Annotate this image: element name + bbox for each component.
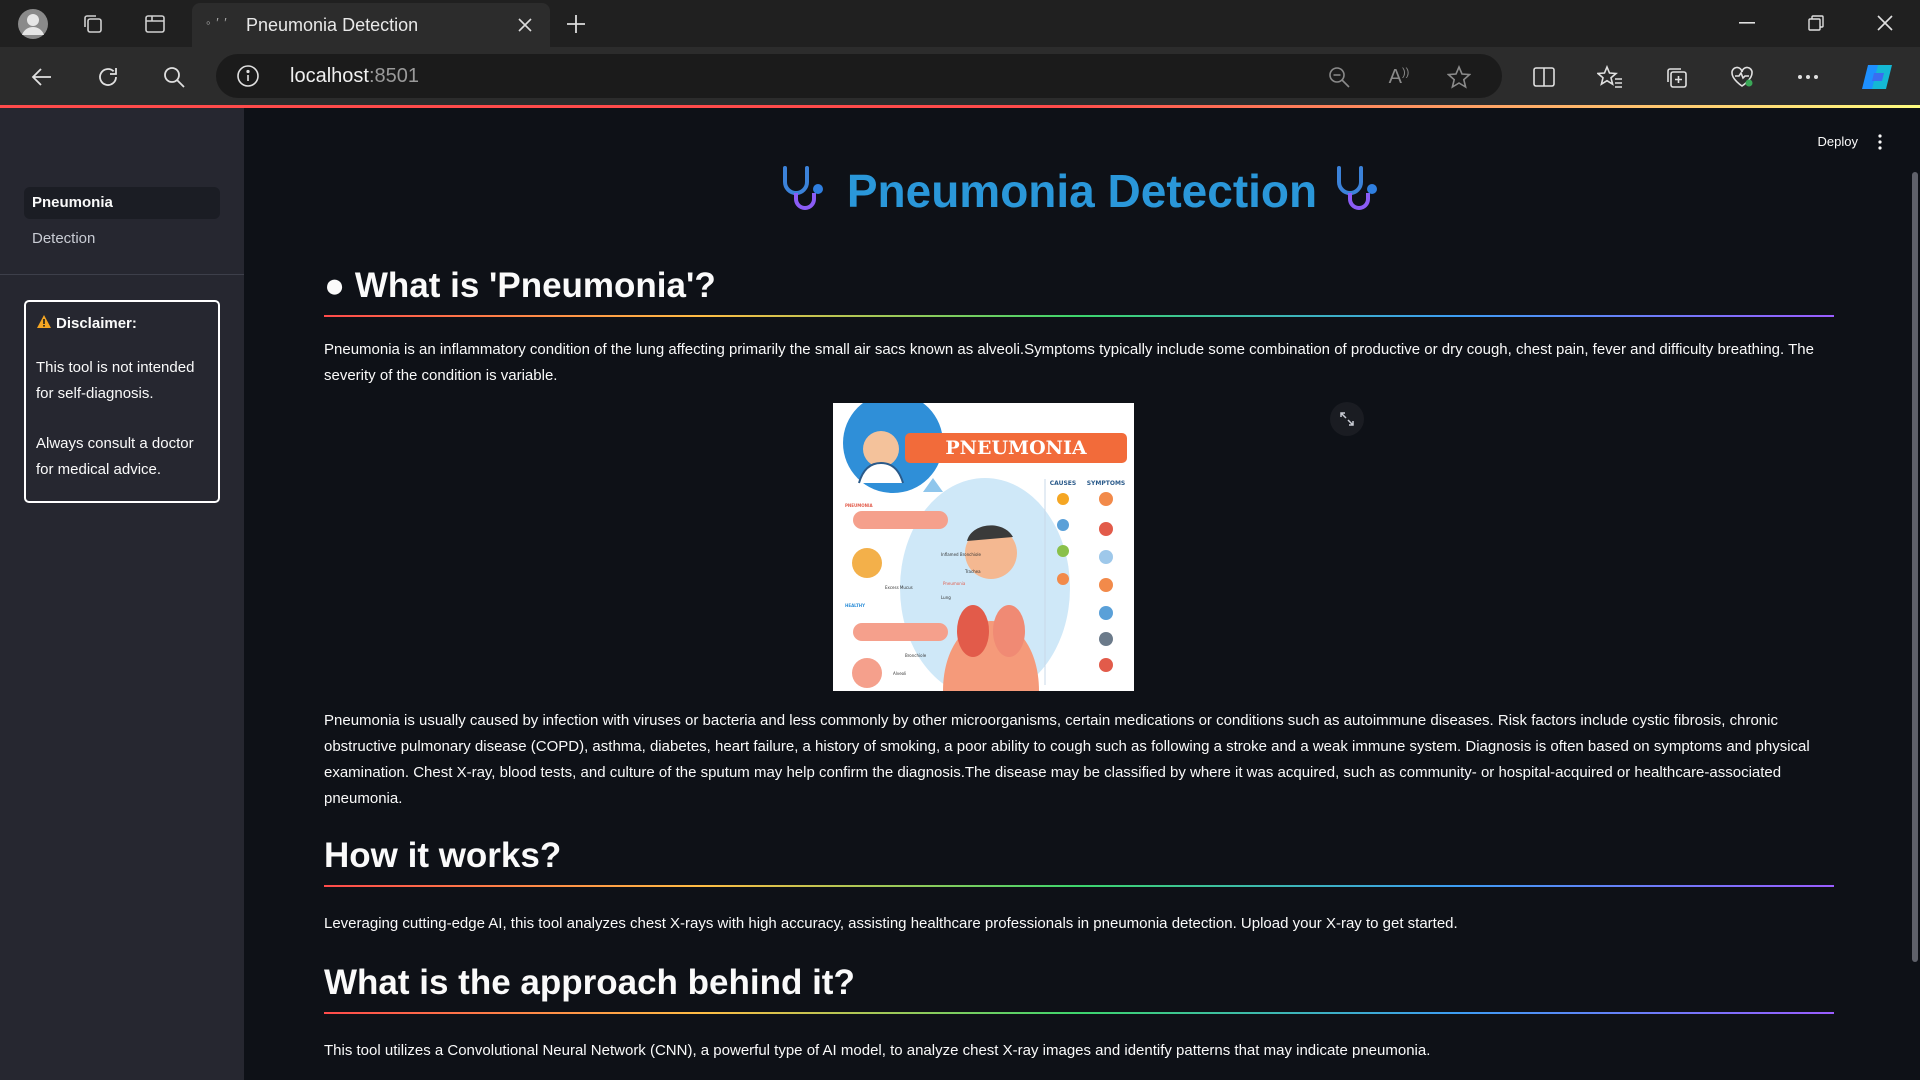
figure-symptoms-label: SYMPTOMS [1087,480,1126,487]
heading-divider [324,885,1834,887]
section-heading: What is the approach behind it? [324,963,855,1002]
section-approach: What is the approach behind it? [324,963,1834,1014]
figure-pneumonia-label: PNEUMONIA [845,503,873,508]
sidebar-nav-detection[interactable]: Detection [24,223,220,255]
more-options-icon[interactable] [1790,59,1826,95]
disclaimer-line-1: This tool is not intended for self-diagn… [36,359,195,402]
figure-label-pneumonia: Pneumonia [943,581,966,586]
main-content: Deploy Pneumonia Detection ● What is 'Pn… [244,108,1920,1080]
figure-causes-label: CAUSES [1050,480,1076,487]
site-info-icon[interactable] [236,64,260,88]
figure-label-bronchiole: Bronchiole [905,653,927,658]
loading-icon: ◦ ′ ′ [206,15,228,30]
close-tab-icon[interactable] [512,12,538,38]
sidebar-divider [0,274,244,275]
search-icon[interactable] [156,59,192,95]
split-screen-icon[interactable] [1526,59,1562,95]
new-tab-icon[interactable] [562,10,590,38]
url-text[interactable]: localhost:8501 [290,65,419,88]
disclaimer-box: Disclaimer: This tool is not intended fo… [24,300,220,503]
window-close-icon[interactable] [1862,6,1908,40]
page-title: Pneumonia Detection [846,165,1318,217]
page-title-row: Pneumonia Detection [244,156,1920,226]
disclaimer-line-2: Always consult a doctor for medical advi… [36,435,194,478]
zoom-out-icon[interactable] [1324,62,1354,92]
restore-icon[interactable] [1793,6,1839,40]
address-bar[interactable]: localhost:8501 A)) [216,54,1502,98]
section-how-it-works: How it works? [324,836,1834,887]
sidebar-nav-pneumonia[interactable]: Pneumonia [24,187,220,219]
paragraph-approach: This tool utilizes a Convolutional Neura… [324,1042,1431,1059]
figure-label-lung: Lung [941,595,951,600]
figure-banner: PNEUMONIA [945,437,1087,459]
section-heading: ● What is 'Pneumonia'? [324,266,716,305]
favorite-star-icon[interactable] [1444,62,1474,92]
workspaces-icon[interactable] [76,7,110,41]
refresh-icon[interactable] [90,59,126,95]
profile-avatar-icon[interactable] [16,7,50,41]
paragraph-how-it-works: Leveraging cutting-edge AI, this tool an… [324,915,1458,932]
back-icon[interactable] [24,59,60,95]
pneumonia-infographic: PNEUMONIA CAUSES SYMPTOMS PNEUMONIA HEAL… [833,403,1134,691]
figure-healthy-label: HEALTHY [845,603,865,608]
figure-label-trachea: Trachea [964,569,981,574]
figure-label-alveoli: Alveoli [893,671,906,676]
disclaimer-heading: Disclaimer: [36,314,208,333]
warning-icon [36,314,52,333]
favorites-icon[interactable] [1592,59,1628,95]
tab-title: Pneumonia Detection [246,15,419,35]
main-menu-icon[interactable] [1872,132,1888,152]
scrollbar[interactable] [1912,172,1918,962]
copilot-icon[interactable] [1860,59,1896,95]
deploy-button[interactable]: Deploy [1818,134,1858,149]
collections-icon[interactable] [1658,59,1694,95]
minimize-icon[interactable] [1724,6,1770,40]
browser-tab-bar: ◦ ′ ′ Pneumonia Detection [0,0,1920,47]
read-aloud-icon[interactable]: A)) [1384,62,1414,92]
browser-essentials-icon[interactable] [1724,59,1760,95]
figure-label-mucus: Excess Mucus [885,585,913,590]
section-what-is-pneumonia: ● What is 'Pneumonia'? [324,266,1834,317]
url-port: :8501 [368,65,419,87]
section-heading: How it works? [324,836,562,875]
url-host: localhost [290,65,369,87]
stethoscope-icon [779,164,831,219]
paragraph-definition: Pneumonia is an inflammatory condition o… [324,341,1814,384]
tab-actions-icon[interactable] [138,7,172,41]
browser-tab-active[interactable]: ◦ ′ ′ Pneumonia Detection [192,3,550,47]
paragraph-causes: Pneumonia is usually caused by infection… [324,712,1810,807]
heading-divider [324,1012,1834,1014]
figure-label-inflamed: Inflamed Bronchiole [941,552,982,557]
fullscreen-expand-icon[interactable] [1330,402,1364,436]
stethoscope-icon [1333,164,1385,219]
heading-divider [324,315,1834,317]
sidebar: Pneumonia Detection Disclaimer: This too… [0,108,244,1080]
browser-toolbar: localhost:8501 A)) [0,47,1920,105]
disclaimer-title: Disclaimer: [56,315,137,332]
